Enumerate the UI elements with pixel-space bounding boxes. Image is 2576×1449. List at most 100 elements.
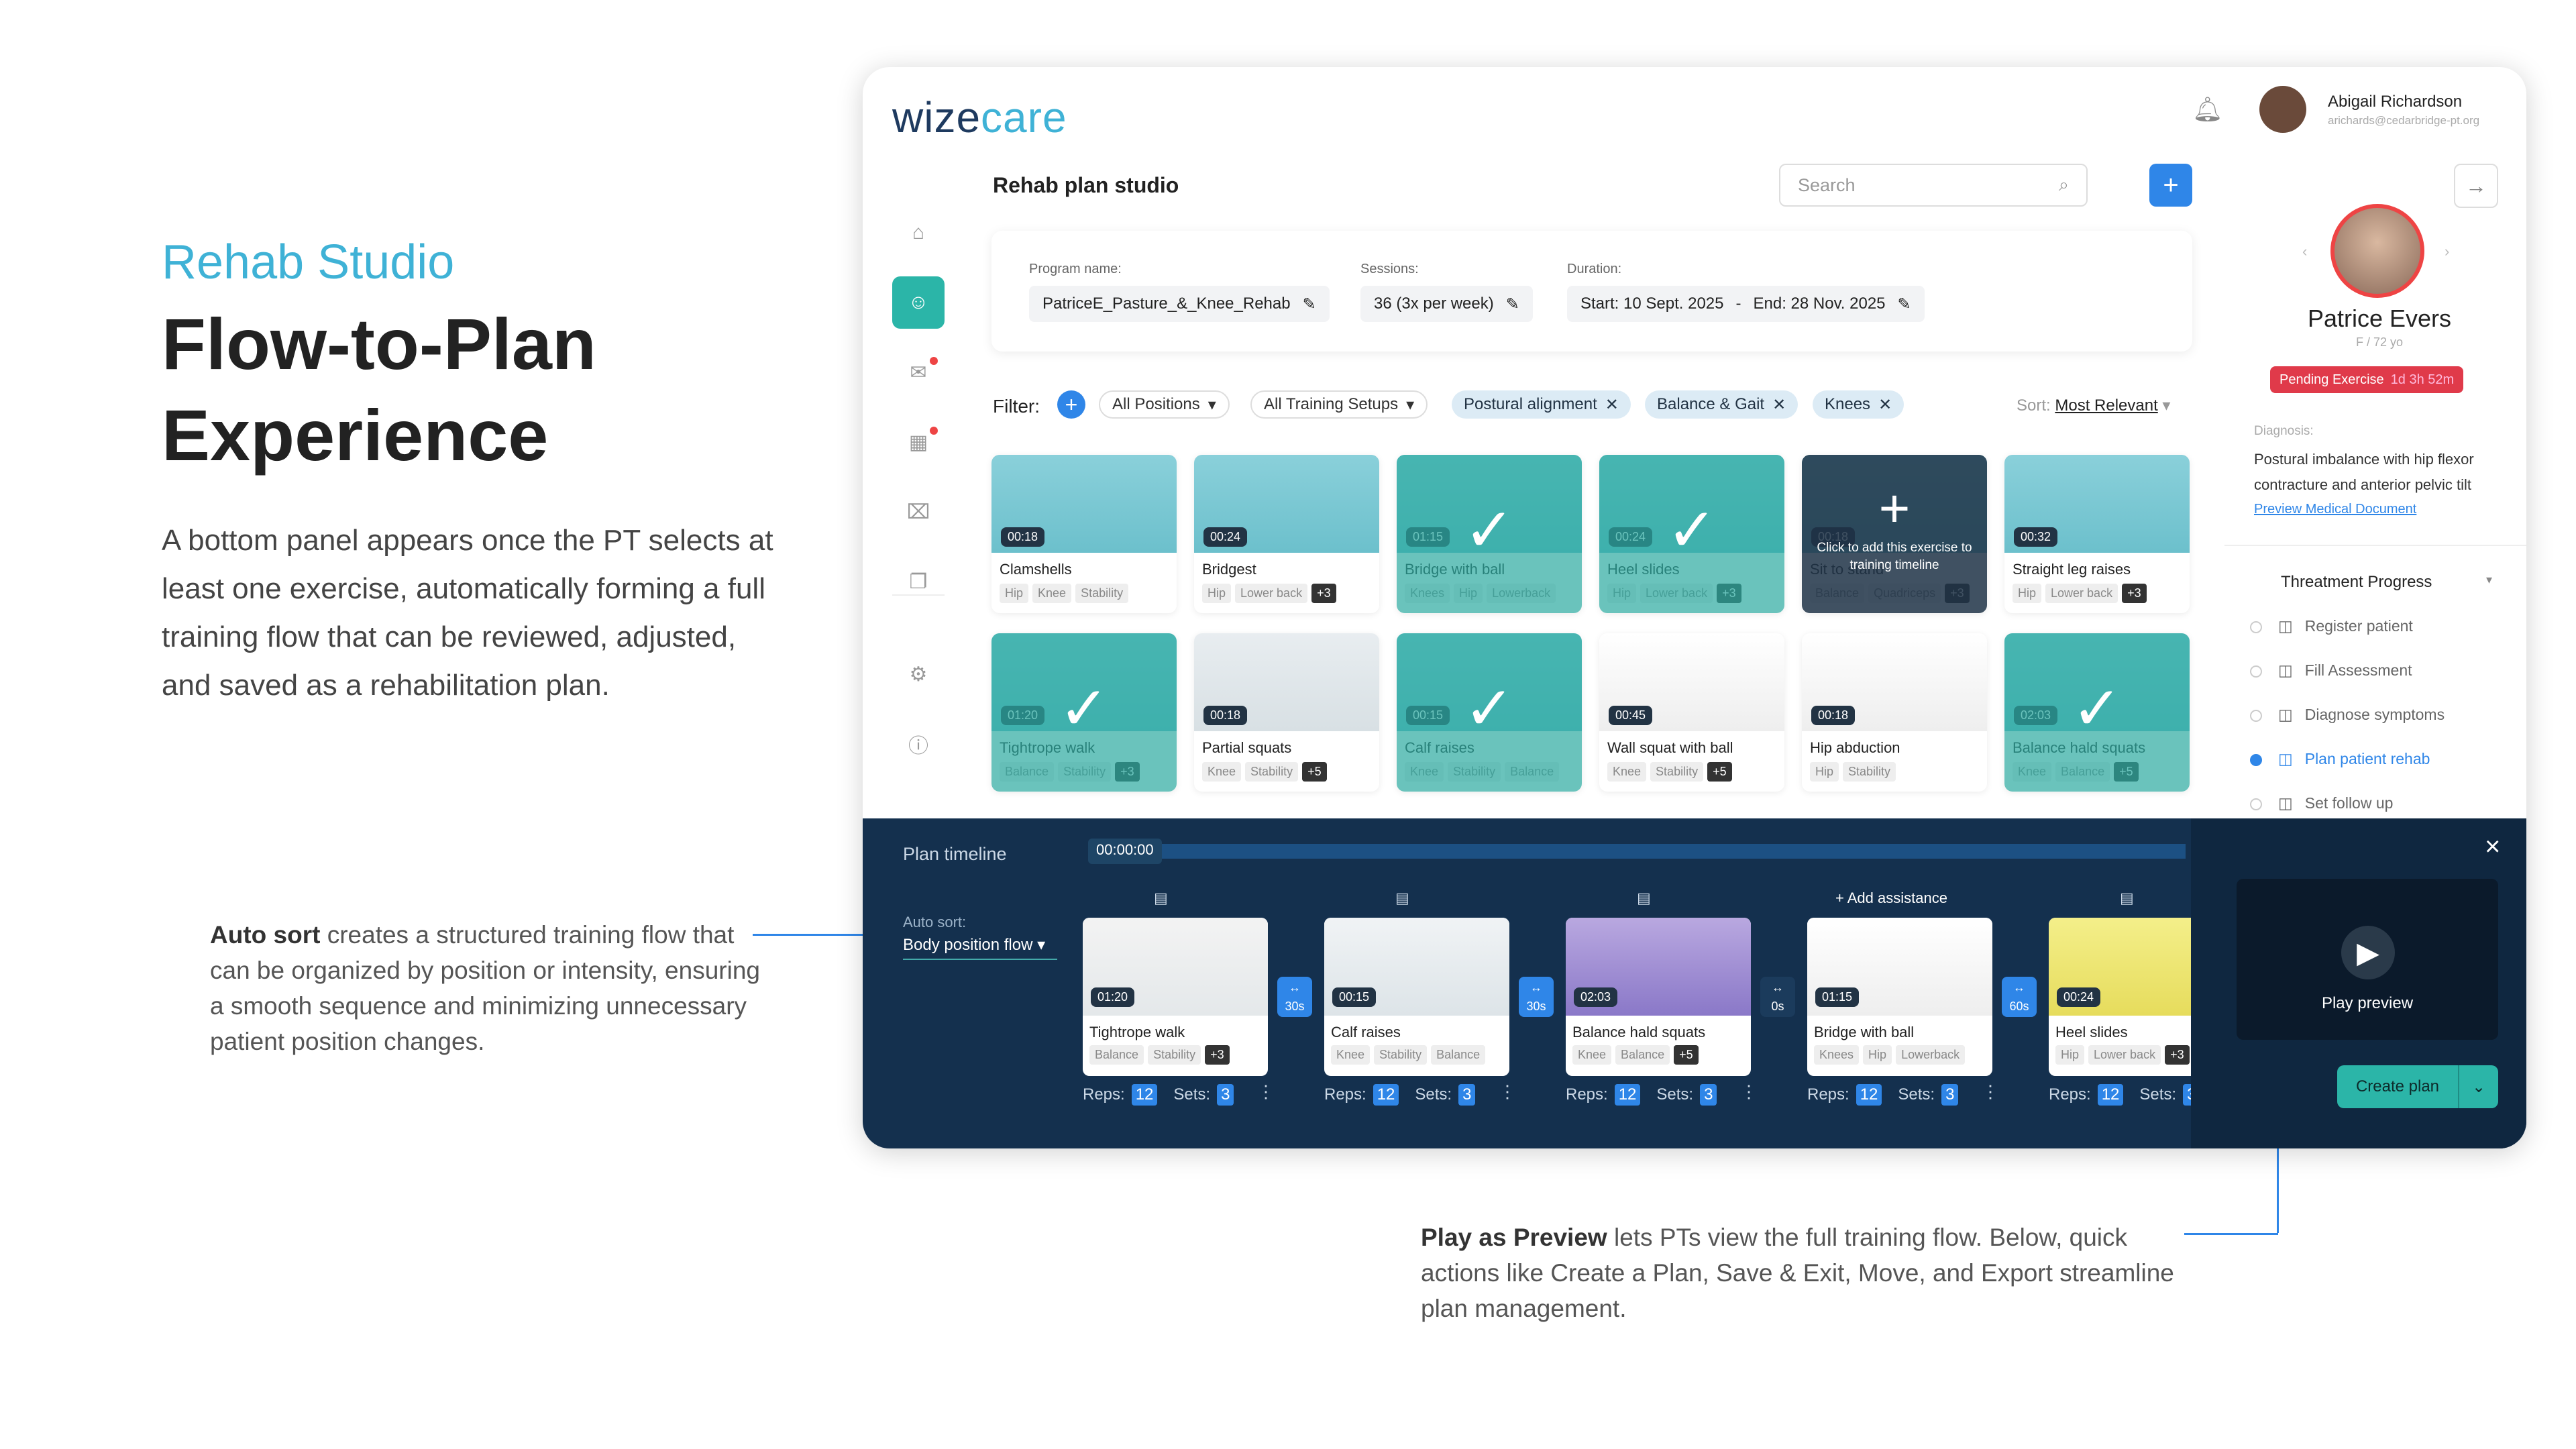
info-icon[interactable]: ⓘ [892,718,945,770]
step-indicator [2250,798,2262,810]
add-assistance-button[interactable]: + Add assistance [1835,890,1947,907]
tag: +5 [1674,1045,1699,1065]
medical-document-link[interactable]: Preview Medical Document [2254,502,2416,517]
home-icon[interactable]: ⌂ [892,207,945,259]
more-options-icon[interactable]: ⋮ [1982,1081,1999,1102]
tag: Balance [1615,1045,1670,1065]
add-button[interactable]: + [2149,164,2192,207]
tag: +5 [1302,762,1327,782]
reps-sets[interactable]: Reps:12Sets:3 [1083,1084,1234,1106]
bell-icon[interactable]: 🔔︎ [2192,95,2223,123]
filter-tag[interactable]: Balance & Gait ✕ [1645,390,1799,419]
chevron-down-icon[interactable]: ⌄ [2458,1065,2498,1108]
progress-step[interactable]: ◫ Set follow up [2278,794,2393,812]
timeline-card[interactable]: 01:15 Bridge with ball Knees Hip Lowerback [1807,918,1992,1076]
step-indicator [2250,621,2262,633]
timeline-card[interactable]: 01:20 Tightrope walk Balance Stability +3 [1083,918,1268,1076]
step-indicator [2250,665,2262,678]
duration-field[interactable]: Start: 10 Sept. 2025- End: 28 Nov. 2025 ✎ [1567,286,1925,322]
close-icon[interactable]: ✕ [1878,395,1892,415]
play-icon[interactable]: ▶ [2341,926,2395,979]
sort-control[interactable]: Sort: Most Relevant ▾ [2017,396,2170,415]
notification-dot [930,357,938,365]
exercise-card[interactable]: 00:18 Clamshells Hip Knee Stability [991,455,1177,613]
check-icon: ✓ [1464,676,1515,743]
add-filter-button[interactable]: + [1057,390,1085,419]
reps-sets[interactable]: Reps:12Sets:3 [1566,1084,1717,1106]
chevron-left-icon[interactable]: ‹ [2302,243,2307,260]
tag: Lowerback [1487,584,1556,603]
tag: Stability [1245,762,1299,782]
progress-step[interactable]: ◫ Plan patient rehab [2278,750,2430,768]
status-badge: Pending Exercise 1d 3h 52m [2270,366,2464,393]
exercise-card[interactable]: 00:18 Partial squats Knee Stability +5 [1194,633,1379,792]
search-input[interactable]: Search ⌕ [1779,164,2088,207]
patient-icon[interactable]: ☺ [892,276,945,329]
exercise-card[interactable]: 00:18 Sit to stand BalanceQuadriceps+3+C… [1802,455,1987,613]
program-name-field[interactable]: PatriceE_Pasture_&_Knee_Rehab ✎ [1029,286,1330,322]
tag: Knees [1405,584,1450,603]
calendar-icon[interactable]: ▦ [892,416,945,468]
exercise-card[interactable]: 01:20 Tightrope walk Balance Stability +3 ✓ [991,633,1177,792]
autosort-dropdown[interactable]: Body position flow ▾ [903,935,1057,960]
briefcase-icon[interactable]: ⌧ [892,486,945,538]
more-options-icon[interactable]: ⋮ [1257,1081,1275,1102]
comment-icon[interactable]: ▤ [1637,890,1651,907]
reps-sets[interactable]: Reps:12Sets:3 [2049,1084,2200,1106]
tag: Knee [1405,762,1444,782]
progress-step[interactable]: ◫ Fill Assessment [2278,661,2412,680]
setups-dropdown[interactable]: All Training Setups ▾ [1250,390,1428,419]
add-overlay[interactable]: + Click to add this exercise to training … [1802,455,1987,613]
rest-interval[interactable]: ↔ 30s [1519,977,1554,1017]
tag: +3 [2165,1045,2190,1065]
exercise-card[interactable]: 00:45 Wall squat with ball Knee Stability… [1599,633,1784,792]
edit-icon[interactable]: ✎ [1506,294,1519,314]
more-options-icon[interactable]: ⋮ [1499,1081,1516,1102]
more-options-icon[interactable]: ⋮ [1740,1081,1758,1102]
sessions-field[interactable]: 36 (3x per week) ✎ [1360,286,1533,322]
comment-icon[interactable]: ▤ [2120,890,2134,907]
exercise-card[interactable]: 00:24 Bridgest Hip Lower back +3 [1194,455,1379,613]
positions-dropdown[interactable]: All Positions ▾ [1099,390,1230,419]
create-plan-button[interactable]: Create plan ⌄ [2337,1065,2498,1108]
copy-icon[interactable]: ❐ [892,555,945,608]
filter-tag[interactable]: Knees ✕ [1813,390,1904,419]
close-icon[interactable]: ✕ [1772,395,1786,415]
comment-icon[interactable]: ▤ [1395,890,1409,907]
step-icon: ◫ [2278,661,2293,679]
chevron-right-icon[interactable]: › [2445,243,2449,260]
timeline-card[interactable]: 02:03 Balance hald squats Knee Balance +5 [1566,918,1751,1076]
exercise-card[interactable]: 00:32 Straight leg raises Hip Lower back +… [2004,455,2190,613]
wizecare-logo[interactable]: wizecare [892,93,1067,142]
rest-interval[interactable]: ↔ 30s [1277,977,1312,1017]
rest-interval[interactable]: ↔ 0s [1760,977,1795,1017]
exercise-card[interactable]: 00:24 Heel slides Hip Lower back +3 ✓ [1599,455,1784,613]
rest-interval[interactable]: ↔ 60s [2002,977,2037,1017]
progress-step[interactable]: ◫ Diagnose symptoms [2278,706,2445,724]
filter-tag[interactable]: Postural alignment ✕ [1452,390,1631,419]
notification-dot [930,427,938,435]
exercise-card[interactable]: 02:03 Balance hald squats Knee Balance +5 ✓ [2004,633,2190,792]
tag-list: Knees Hip Lowerback [1405,584,1556,603]
comment-icon[interactable]: ▤ [1154,890,1168,907]
tag: Balance [1431,1045,1486,1065]
duration-badge: 01:15 [1815,987,1860,1007]
timeline-card[interactable]: 00:15 Calf raises Knee Stability Balance [1324,918,1509,1076]
timeline-scrubber[interactable] [1088,844,2186,859]
edit-icon[interactable]: ✎ [1898,294,1911,314]
close-icon[interactable]: × [2485,832,2500,862]
mail-icon[interactable]: ✉ [892,346,945,398]
check-icon: ✓ [2072,676,2123,743]
settings-icon[interactable]: ⚙ [892,648,945,700]
reps-sets[interactable]: Reps:12Sets:3 [1324,1084,1476,1106]
exercise-card[interactable]: 00:15 Calf raises Knee Stability Balance ✓ [1397,633,1582,792]
edit-icon[interactable]: ✎ [1303,294,1316,314]
reps-sets[interactable]: Reps:12Sets:3 [1807,1084,1959,1106]
chevron-down-icon[interactable]: ▾ [2486,573,2492,587]
exercise-card[interactable]: 01:15 Bridge with ball Knees Hip Lowerback… [1397,455,1582,613]
avatar[interactable] [2259,86,2306,133]
progress-step[interactable]: ◫ Register patient [2278,617,2413,635]
exercise-card[interactable]: 00:18 Hip abduction Hip Stability [1802,633,1987,792]
arrow-right-icon[interactable]: → [2454,164,2498,208]
close-icon[interactable]: ✕ [1605,395,1619,415]
